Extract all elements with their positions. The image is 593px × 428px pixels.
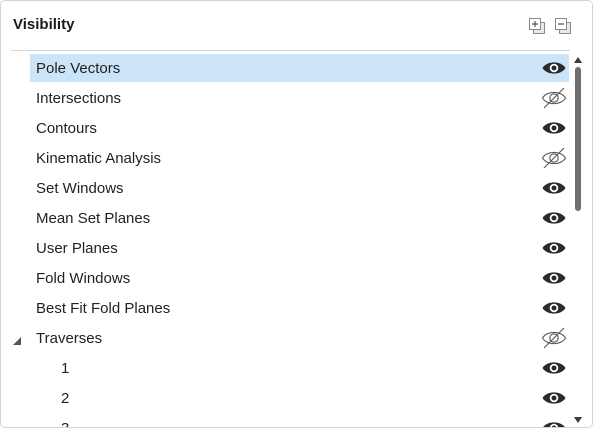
panel-title: Visibility [13,16,75,33]
tree-row[interactable]: Fold Windows [1,262,569,292]
tree-item-label: Best Fit Fold Planes [36,300,171,317]
tree-row[interactable]: Traverses [1,322,569,352]
caret-down-icon [13,337,21,345]
tree-item-label: Mean Set Planes [36,210,151,227]
eye-icon [542,62,566,74]
visibility-toggle[interactable] [540,324,568,352]
expand-toggle[interactable] [12,333,22,345]
tree-item-label: Fold Windows [36,270,131,287]
tree-item-label: Contours [36,120,97,137]
eye-icon [542,362,566,374]
eye-slash-icon [541,327,567,349]
tree-row[interactable]: Pole Vectors [1,52,569,82]
scrollbar-thumb[interactable] [575,67,581,211]
visibility-tree: Pole Vectors Intersections Contours Kinemat… [1,51,569,427]
visibility-toggle[interactable] [540,264,568,292]
tree-row[interactable]: Contours [1,112,569,142]
eye-icon [542,302,566,314]
tree-row[interactable]: 1 [1,352,569,382]
tree-row[interactable]: Kinematic Analysis [1,142,569,172]
tree-item-label: Kinematic Analysis [36,150,162,167]
tree-item-label: User Planes [36,240,118,257]
eye-icon [542,212,566,224]
tree-row[interactable]: Intersections [1,82,569,112]
vertical-scrollbar[interactable] [572,51,584,427]
eye-icon [542,272,566,284]
visibility-panel: Visibility Pole Vectors Intersections Cont… [0,0,593,428]
eye-icon [542,122,566,134]
tree-row[interactable]: 3 [1,412,569,427]
expand-all-button[interactable] [528,17,546,35]
tree-item-label: Intersections [36,90,122,107]
panel-header: Visibility [1,1,592,49]
eye-slash-icon [541,87,567,109]
visibility-toggle[interactable] [540,354,568,382]
collapse-all-icon [555,18,571,34]
tree-row[interactable]: Best Fit Fold Planes [1,292,569,322]
visibility-toggle[interactable] [540,144,568,172]
tree-item-label: 3 [61,420,69,427]
tree-row[interactable]: Set Windows [1,172,569,202]
scroll-down-arrow-icon [574,417,582,423]
visibility-toggle[interactable] [540,234,568,262]
visibility-toggle[interactable] [540,114,568,142]
expand-all-icon [529,18,545,34]
visibility-toggle[interactable] [540,384,568,412]
visibility-toggle[interactable] [540,174,568,202]
tree-row[interactable]: User Planes [1,232,569,262]
scroll-up-arrow-icon [574,57,582,63]
tree-item-label: Set Windows [36,180,124,197]
tree-row[interactable]: 2 [1,382,569,412]
tree-row[interactable]: Mean Set Planes [1,202,569,232]
tree-item-label: 1 [61,360,70,377]
visibility-toggle[interactable] [540,84,568,112]
visibility-toggle[interactable] [540,204,568,232]
visibility-toggle[interactable] [540,54,568,82]
eye-icon [542,182,566,194]
visibility-toggle[interactable] [540,294,568,322]
tree-item-label: Traverses [36,330,103,347]
visibility-toggle[interactable] [540,414,568,427]
scroll-down-button[interactable] [572,413,584,425]
tree-item-label: 2 [61,390,70,407]
scroll-up-button[interactable] [572,53,584,65]
collapse-all-button[interactable] [554,17,572,35]
eye-icon [542,242,566,254]
eye-icon [543,422,565,427]
tree-item-label: Pole Vectors [36,60,121,77]
eye-icon [542,392,566,404]
eye-slash-icon [541,147,567,169]
